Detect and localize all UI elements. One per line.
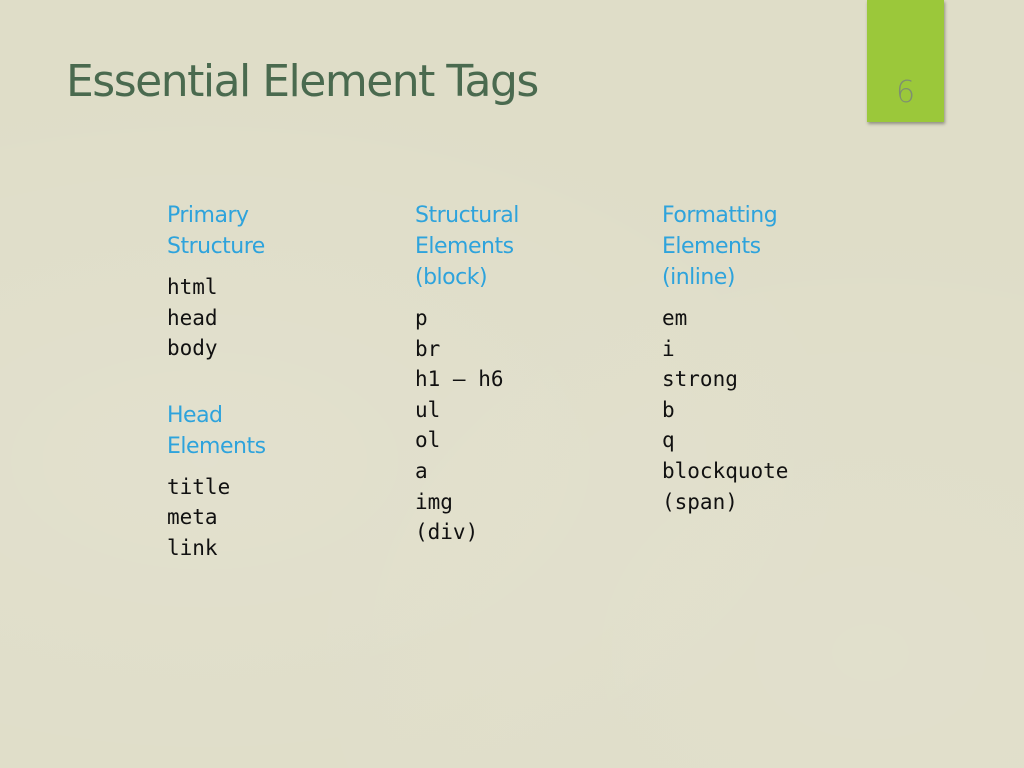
slide-title: Essential Element Tags xyxy=(66,56,539,107)
heading-line: (block) xyxy=(415,265,488,290)
tag-item: img xyxy=(415,489,453,514)
tag-item: html xyxy=(167,275,218,299)
tag-item: b xyxy=(662,397,675,422)
tag-list: html head body xyxy=(167,272,266,364)
section-structural-elements: Structural Elements (block) p br h1 – h6… xyxy=(415,200,519,548)
section-heading: Head Elements xyxy=(167,400,266,462)
section-formatting-elements: Formatting Elements (inline) em i strong… xyxy=(662,200,788,517)
heading-line: Formatting xyxy=(662,203,778,228)
page-number: 6 xyxy=(895,75,916,110)
section-heading: Primary Structure xyxy=(167,200,266,262)
tag-item: a xyxy=(415,458,428,483)
section-heading: Structural Elements (block) xyxy=(415,200,519,293)
section-heading: Formatting Elements (inline) xyxy=(662,200,788,293)
heading-line: (inline) xyxy=(662,265,735,290)
section-head-elements: Head Elements title meta link xyxy=(167,400,266,564)
heading-line: Structure xyxy=(167,234,265,259)
tag-item: body xyxy=(167,336,218,361)
tag-item: em xyxy=(662,306,688,330)
tag-item: (span) xyxy=(662,489,738,514)
heading-line: Elements xyxy=(167,433,266,459)
tag-item: q xyxy=(662,428,675,453)
tag-item: i xyxy=(662,336,675,361)
tag-item: br xyxy=(415,336,441,361)
tag-item: (div) xyxy=(415,520,479,545)
heading-line: Head xyxy=(167,402,223,428)
tag-item: h1 – h6 xyxy=(415,367,504,392)
tag-item: link xyxy=(167,535,218,560)
tag-item: title xyxy=(167,474,231,499)
tag-list: em i strong b q blockquote (span) xyxy=(662,303,788,517)
tag-item: head xyxy=(167,305,218,330)
tag-item: blockquote xyxy=(662,458,789,483)
tag-item: p xyxy=(415,306,428,330)
section-primary-structure: Primary Structure html head body xyxy=(167,200,266,364)
tag-item: ol xyxy=(415,428,441,453)
heading-line: Elements xyxy=(415,234,514,259)
heading-line: Primary xyxy=(167,203,249,228)
tag-list: title meta link xyxy=(167,472,266,564)
tag-list: p br h1 – h6 ul ol a img (div) xyxy=(415,303,519,548)
page-number-tab: 6 xyxy=(867,0,944,122)
tag-item: meta xyxy=(167,505,218,530)
heading-line: Structural xyxy=(415,203,519,228)
heading-line: Elements xyxy=(662,234,761,259)
column-primary-structure: Primary Structure html head body Head El… xyxy=(167,200,266,564)
column-structural-elements: Structural Elements (block) p br h1 – h6… xyxy=(415,200,519,548)
tag-item: strong xyxy=(662,367,738,392)
column-formatting-elements: Formatting Elements (inline) em i strong… xyxy=(662,200,788,517)
tag-item: ul xyxy=(415,397,441,422)
